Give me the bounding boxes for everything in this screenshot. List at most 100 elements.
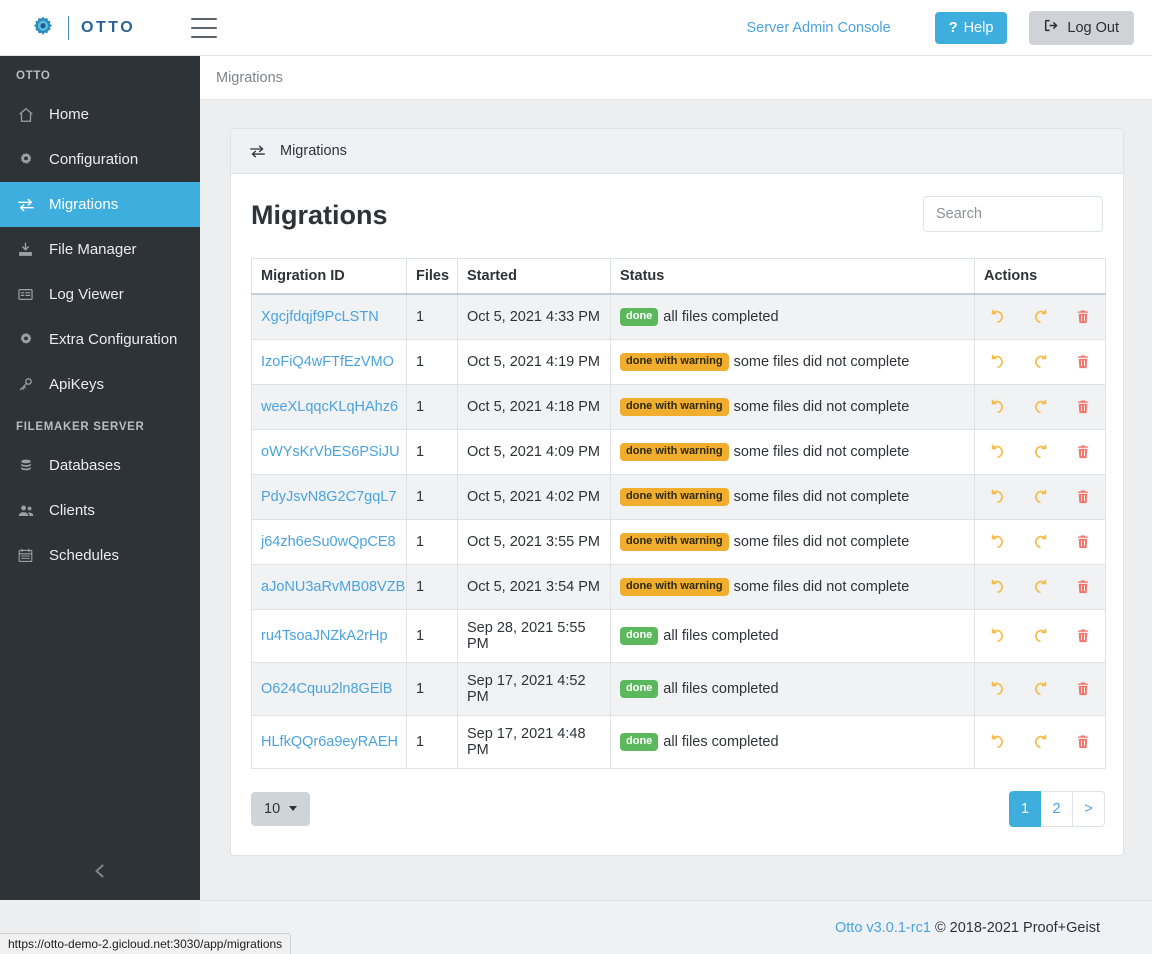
per-page-value: 10 [264, 800, 281, 817]
table-row: oWYsKrVbES6PSiJU 1 Oct 5, 2021 4:09 PM done… [251, 428, 1106, 475]
redo-icon[interactable] [1032, 627, 1049, 644]
table-footer: 10 1 2 > [251, 790, 1105, 827]
redo-icon[interactable] [1032, 533, 1049, 550]
status-text: some files did not complete [733, 533, 910, 550]
status-badge: done [620, 732, 659, 751]
card-header: Migrations [231, 129, 1123, 174]
trash-icon[interactable] [1075, 734, 1091, 750]
gear-icon [16, 150, 35, 169]
search-input[interactable] [923, 196, 1103, 232]
trash-icon[interactable] [1075, 489, 1091, 505]
table-header-row: Migration ID Files Started Status Action… [251, 258, 1106, 295]
sidebar-item-schedules[interactable]: Schedules [0, 533, 200, 578]
cell-migration-id: j64zh6eSu0wQpCE8 [251, 518, 407, 565]
sidebar-collapse-button[interactable] [0, 846, 200, 900]
undo-icon[interactable] [989, 627, 1006, 644]
redo-icon[interactable] [1032, 443, 1049, 460]
sidebar-group-title-otto: OTTO [16, 70, 51, 82]
cell-status: done all files completed [610, 608, 975, 663]
sign-out-icon [1044, 18, 1059, 37]
migration-id-link[interactable]: IzoFiQ4wFTfEzVMO [261, 354, 394, 370]
trash-icon[interactable] [1075, 681, 1091, 697]
undo-icon[interactable] [989, 353, 1006, 370]
sidebar-item-clients[interactable]: Clients [0, 488, 200, 533]
migration-id-link[interactable]: aJoNU3aRvMB08VZB [261, 579, 405, 595]
cell-migration-id: HLfkQQr6a9eyRAEH [251, 714, 407, 769]
column-header-started[interactable]: Started [457, 258, 611, 295]
redo-icon[interactable] [1032, 353, 1049, 370]
per-page-dropdown[interactable]: 10 [251, 791, 311, 826]
status-badge: done with warning [620, 442, 729, 461]
cell-files: 1 [406, 563, 458, 610]
migration-id-link[interactable]: Xgcjfdqjf9PcLSTN [261, 309, 379, 325]
migration-id-link[interactable]: oWYsKrVbES6PSiJU [261, 444, 400, 460]
breadcrumb: Migrations [200, 56, 1152, 100]
column-header-files[interactable]: Files [406, 258, 458, 295]
brand-logo[interactable]: OTTO [30, 15, 135, 41]
card-header-label: Migrations [280, 143, 347, 159]
cell-files: 1 [406, 661, 458, 716]
hamburger-icon[interactable] [191, 17, 218, 38]
undo-icon[interactable] [989, 578, 1006, 595]
sidebar-item-extra-configuration[interactable]: Extra Configuration [0, 317, 200, 362]
logout-button[interactable]: Log Out [1029, 10, 1134, 45]
trash-icon[interactable] [1075, 444, 1091, 460]
cell-files: 1 [406, 338, 458, 385]
sidebar-item-apikeys[interactable]: ApiKeys [0, 362, 200, 407]
column-header-actions: Actions [974, 258, 1106, 295]
trash-icon[interactable] [1075, 534, 1091, 550]
undo-icon[interactable] [989, 733, 1006, 750]
redo-icon[interactable] [1032, 578, 1049, 595]
cell-started: Oct 5, 2021 3:55 PM [457, 518, 611, 565]
undo-icon[interactable] [989, 308, 1006, 325]
undo-icon[interactable] [989, 680, 1006, 697]
migration-id-link[interactable]: ru4TsoaJNZkA2rHp [261, 628, 388, 644]
sidebar-item-migrations[interactable]: Migrations [0, 182, 200, 227]
pagination-page-2[interactable]: 2 [1041, 790, 1073, 827]
undo-icon[interactable] [989, 443, 1006, 460]
trash-icon[interactable] [1075, 309, 1091, 325]
undo-icon[interactable] [989, 533, 1006, 550]
version-link[interactable]: Otto v3.0.1-rc1 [835, 920, 931, 936]
cell-status: done with warning some files did not comp… [610, 338, 975, 385]
migration-id-link[interactable]: j64zh6eSu0wQpCE8 [261, 534, 396, 550]
cell-files: 1 [406, 518, 458, 565]
cell-actions [974, 608, 1106, 663]
redo-icon[interactable] [1032, 398, 1049, 415]
undo-icon[interactable] [989, 488, 1006, 505]
pagination-next-button[interactable]: > [1073, 790, 1105, 827]
card-body: Migrations Migration ID Files Started St… [231, 174, 1123, 855]
trash-icon[interactable] [1075, 354, 1091, 370]
server-admin-console-link[interactable]: Server Admin Console [746, 20, 890, 36]
sidebar-item-file-manager[interactable]: File Manager [0, 227, 200, 272]
redo-icon[interactable] [1032, 488, 1049, 505]
trash-icon[interactable] [1075, 399, 1091, 415]
sidebar-item-label: Home [49, 106, 90, 123]
sidebar-item-home[interactable]: Home [0, 92, 200, 137]
status-text: some files did not complete [733, 443, 910, 460]
cell-status: done all files completed [610, 714, 975, 769]
migration-id-link[interactable]: weeXLqqcKLqHAhz6 [261, 399, 398, 415]
top-bar: OTTO Server Admin Console ? Help Log Out [0, 0, 1152, 56]
pagination-page-1[interactable]: 1 [1009, 790, 1041, 827]
redo-icon[interactable] [1032, 733, 1049, 750]
undo-icon[interactable] [989, 398, 1006, 415]
cell-migration-id: PdyJsvN8G2C7gqL7 [251, 473, 407, 520]
cell-status: done all files completed [610, 661, 975, 716]
help-button[interactable]: ? Help [934, 11, 1008, 44]
sidebar-item-configuration[interactable]: Configuration [0, 137, 200, 182]
trash-icon[interactable] [1075, 628, 1091, 644]
sidebar-item-databases[interactable]: Databases [0, 443, 200, 488]
column-header-migration-id[interactable]: Migration ID [251, 258, 407, 295]
sidebar-item-label: Extra Configuration [49, 331, 178, 348]
migration-id-link[interactable]: HLfkQQr6a9eyRAEH [261, 734, 398, 750]
column-header-status[interactable]: Status [610, 258, 975, 295]
sidebar-item-log-viewer[interactable]: Log Viewer [0, 272, 200, 317]
table-row: j64zh6eSu0wQpCE8 1 Oct 5, 2021 3:55 PM done… [251, 518, 1106, 565]
trash-icon[interactable] [1075, 579, 1091, 595]
redo-icon[interactable] [1032, 680, 1049, 697]
cell-started: Oct 5, 2021 4:19 PM [457, 338, 611, 385]
redo-icon[interactable] [1032, 308, 1049, 325]
migration-id-link[interactable]: PdyJsvN8G2C7gqL7 [261, 489, 396, 505]
migration-id-link[interactable]: O624Cquu2ln8GElB [261, 681, 392, 697]
